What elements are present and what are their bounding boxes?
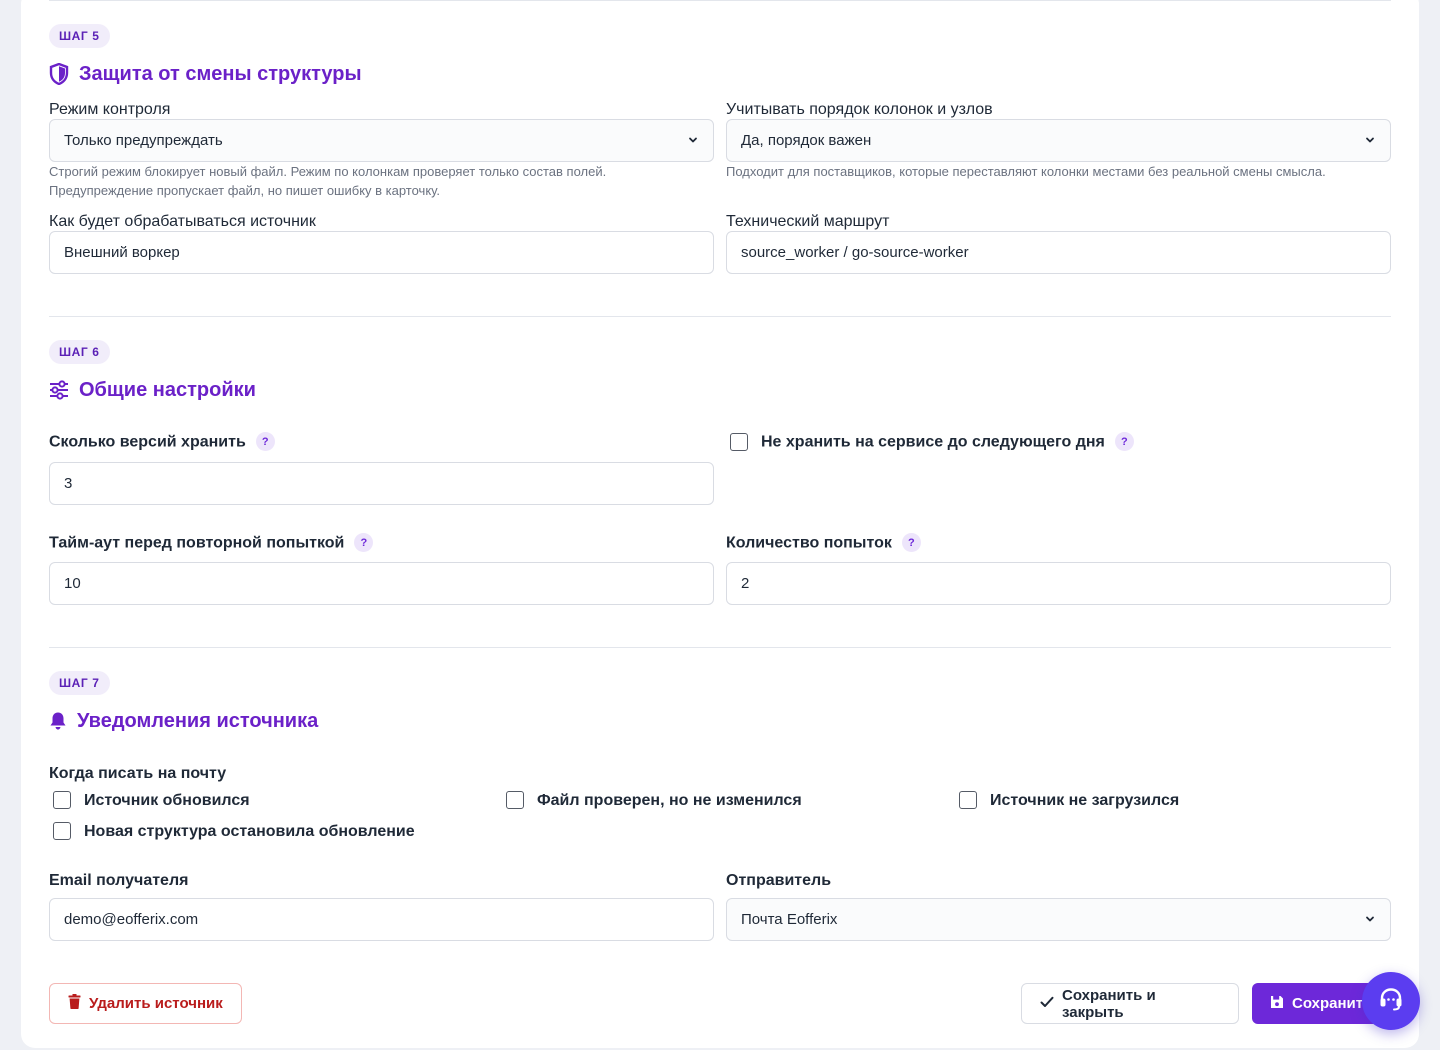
help-icon[interactable]: ? [255,432,275,451]
help-icon[interactable]: ? [1114,432,1134,451]
notify-structure-label: Новая структура остановила обновление [84,823,415,840]
notify-structure-checkbox[interactable] [53,822,71,840]
control-mode-select[interactable]: Только предупреждать [49,119,714,162]
divider-step-7 [49,647,1391,648]
timeout-label-row: Тайм-аут перед повторной попыткой? [49,533,374,553]
attempts-label-row: Количество попыток? [726,533,921,553]
control-mode-hint-2: Предупреждение пропускает файл, но пишет… [49,183,440,198]
attempts-value: 2 [741,575,750,592]
attempts-label: Количество попыток [726,534,892,552]
control-mode-value: Только предупреждать [64,132,223,149]
notify-updated-label: Источник обновился [84,792,250,809]
notify-unchanged-checkbox[interactable] [506,791,524,809]
versions-input[interactable]: 3 [49,462,714,505]
email-label: Email получателя [49,872,189,889]
save-label: Сохранить [1292,995,1373,1012]
attempts-input[interactable]: 2 [726,562,1391,605]
when-email-label: Когда писать на почту [49,765,227,782]
sender-label: Отправитель [726,872,832,889]
processing-label: Как будет обрабатываться источник [49,213,316,230]
trash-icon [68,994,81,1013]
processing-value: Внешний воркер [64,244,180,261]
chevron-down-icon [1366,916,1374,922]
step-5-title: Защита от смены структуры [79,62,362,85]
route-label: Технический маршрут [726,213,890,230]
processing-field[interactable]: Внешний воркер [49,231,714,274]
timeout-input[interactable]: 10 [49,562,714,605]
route-value: source_worker / go-source-worker [741,244,969,261]
help-icon[interactable]: ? [354,533,374,552]
check-icon [1040,995,1054,1012]
save-and-close-label: Сохранить и закрыть [1062,986,1156,1021]
step-6-badge: ШАГ 6 [49,340,110,364]
delete-source-button[interactable]: Удалить источник [49,983,242,1024]
versions-label: Сколько версий хранить [49,433,246,451]
column-order-select[interactable]: Да, порядок важен [726,119,1391,162]
step-6-title-row: Общие настройки [49,376,256,404]
step-7-title-row: Уведомления источника [49,707,318,735]
column-order-label: Учитывать порядок колонок и узлов [726,101,993,118]
email-input[interactable]: demo@eofferix.com [49,898,714,941]
route-field[interactable]: source_worker / go-source-worker [726,231,1391,274]
no-store-label-row: Не хранить на сервисе до следующего дня? [761,432,1134,452]
bell-icon [49,711,67,731]
notify-failed-checkbox[interactable] [959,791,977,809]
headset-icon [1377,985,1405,1018]
help-icon[interactable]: ? [901,533,921,552]
save-and-close-button[interactable]: Сохранить и закрыть [1021,983,1239,1024]
versions-label-row: Сколько версий хранить? [49,432,275,452]
shield-icon [49,63,69,85]
notify-unchanged-label: Файл проверен, но не изменился [537,792,802,809]
step-6-title: Общие настройки [79,378,256,401]
step-5-title-row: Защита от смены структуры [49,60,362,88]
floppy-icon [1270,995,1284,1013]
versions-value: 3 [64,475,73,492]
control-mode-hint-1: Строгий режим блокирует новый файл. Режи… [49,164,607,179]
delete-source-label: Удалить источник [89,995,223,1012]
notify-failed-label: Источник не загрузился [990,792,1180,809]
step-7-title: Уведомления источника [77,709,319,732]
notify-updated-checkbox[interactable] [53,791,71,809]
column-order-value: Да, порядок важен [741,132,872,149]
support-chat-button[interactable] [1362,972,1420,1030]
divider-top [49,0,1391,1]
no-store-label: Не хранить на сервисе до следующего дня [761,433,1105,451]
no-store-checkbox[interactable] [730,433,748,451]
chevron-down-icon [689,137,697,143]
divider-step-6 [49,316,1391,317]
email-value: demo@eofferix.com [64,911,199,928]
sender-select[interactable]: Почта Eofferix [726,898,1391,941]
timeout-value: 10 [64,575,81,592]
control-mode-label: Режим контроля [49,101,171,118]
step-7-badge: ШАГ 7 [49,671,110,695]
sender-value: Почта Eofferix [741,911,838,928]
timeout-label: Тайм-аут перед повторной попыткой [49,534,345,552]
sliders-icon [49,380,69,400]
step-5-badge: ШАГ 5 [49,24,110,48]
chevron-down-icon [1366,137,1374,143]
column-order-hint: Подходит для поставщиков, которые перест… [726,164,1326,179]
